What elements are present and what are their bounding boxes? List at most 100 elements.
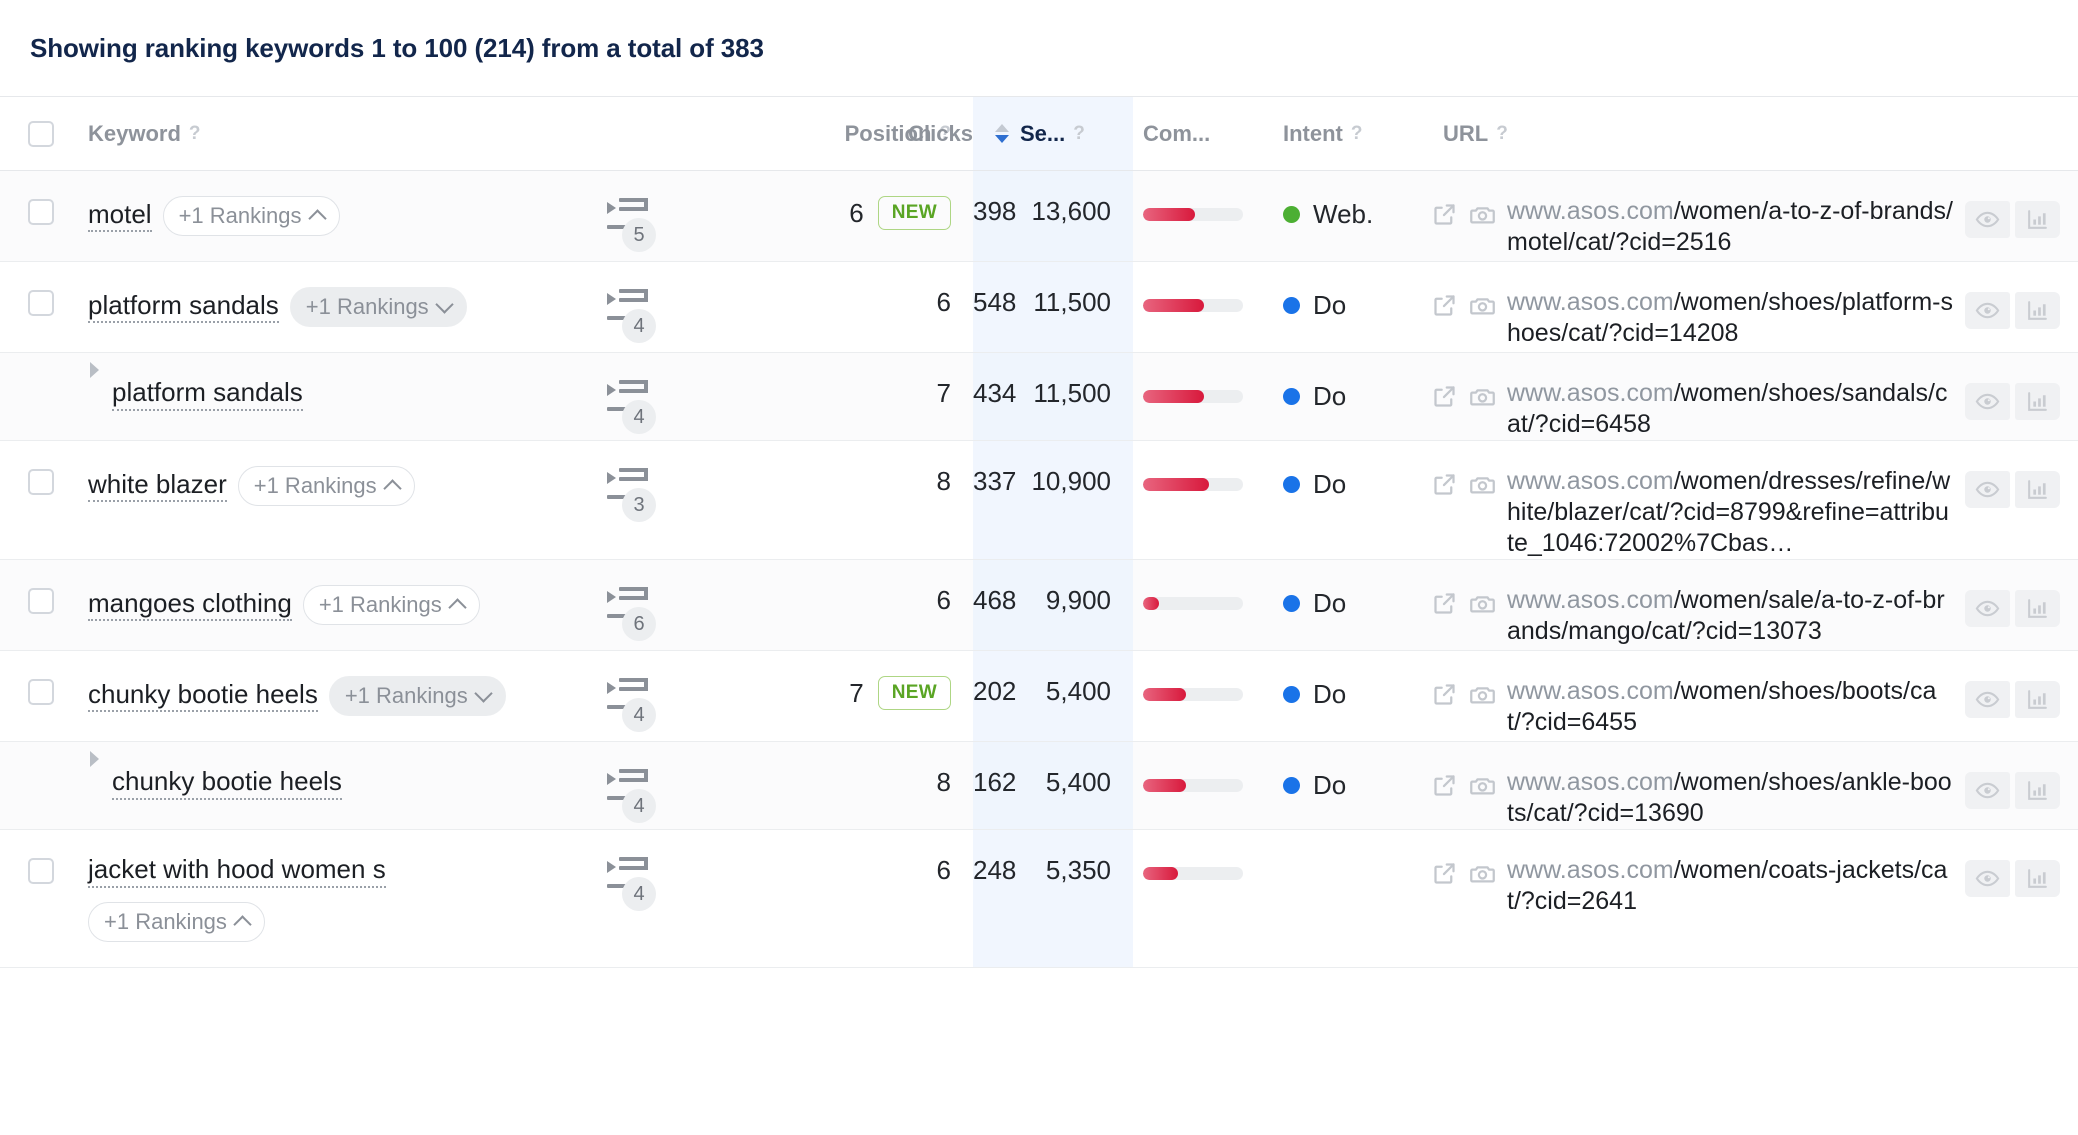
external-link-icon[interactable] bbox=[1431, 292, 1458, 319]
serp-features-cell[interactable]: 4 bbox=[563, 262, 695, 353]
keyword-text[interactable]: white blazer bbox=[88, 470, 227, 503]
preview-serp-button[interactable] bbox=[1965, 383, 2010, 420]
camera-icon[interactable] bbox=[1469, 772, 1496, 799]
url-text[interactable]: www.asos.com/women/shoes/platform-shoes/… bbox=[1507, 287, 1953, 349]
external-link-icon[interactable] bbox=[1431, 383, 1458, 410]
preview-serp-button[interactable] bbox=[1965, 201, 2010, 238]
rankings-badge[interactable]: +1 Rankings bbox=[162, 196, 340, 236]
serp-features-cell[interactable]: 6 bbox=[563, 560, 695, 651]
url-text[interactable]: www.asos.com/women/shoes/ankle-boots/cat… bbox=[1507, 767, 1953, 829]
url-text[interactable]: www.asos.com/women/shoes/sandals/cat/?ci… bbox=[1507, 378, 1953, 440]
keyword-metrics-button[interactable] bbox=[2015, 201, 2060, 238]
keyword-text[interactable]: jacket with hood women s bbox=[88, 855, 386, 888]
external-link-icon[interactable] bbox=[1431, 201, 1458, 228]
serp-features-cell[interactable]: 4 bbox=[563, 742, 695, 830]
camera-icon[interactable] bbox=[1469, 681, 1496, 708]
keyword-text[interactable]: chunky bootie heels bbox=[112, 767, 342, 800]
header-url[interactable]: URL ? bbox=[1431, 96, 1961, 171]
keyword-metrics-button[interactable] bbox=[2015, 471, 2060, 508]
keyword-help-icon[interactable]: ? bbox=[189, 124, 201, 143]
serp-features-cell[interactable]: 4 bbox=[563, 830, 695, 968]
table-row[interactable]: chunky bootie heels+1 Rankings47NEW2025,… bbox=[0, 650, 2078, 742]
preview-serp-button[interactable] bbox=[1965, 590, 2010, 627]
row-checkbox[interactable] bbox=[28, 588, 54, 614]
row-checkbox[interactable] bbox=[28, 199, 54, 225]
url-help-icon[interactable]: ? bbox=[1496, 124, 1508, 143]
header-keyword[interactable]: Keyword ? bbox=[66, 96, 563, 171]
row-select-cell[interactable] bbox=[0, 262, 66, 353]
rankings-badge[interactable]: +1 Rankings bbox=[328, 676, 506, 716]
camera-icon[interactable] bbox=[1469, 201, 1496, 228]
keyword-text[interactable]: mangoes clothing bbox=[88, 589, 292, 622]
url-text[interactable]: www.asos.com/women/shoes/boots/cat/?cid=… bbox=[1507, 676, 1953, 738]
header-select-all[interactable] bbox=[0, 96, 66, 171]
sort-arrows-icon[interactable] bbox=[995, 124, 1009, 143]
keyword-text[interactable]: chunky bootie heels bbox=[88, 680, 318, 713]
camera-icon[interactable] bbox=[1469, 471, 1496, 498]
table-row[interactable]: white blazer+1 Rankings3833710,900Dowww.… bbox=[0, 440, 2078, 560]
row-select-cell[interactable] bbox=[0, 171, 66, 262]
table-row[interactable]: platform sandals+1 Rankings4654811,500Do… bbox=[0, 261, 2078, 353]
row-select-cell[interactable] bbox=[0, 830, 66, 968]
rankings-badge[interactable]: +1 Rankings bbox=[237, 466, 415, 506]
keyword-metrics-button[interactable] bbox=[2015, 292, 2060, 329]
serp-features-cell[interactable]: 3 bbox=[563, 441, 695, 560]
serp-features-icon[interactable]: 4 bbox=[605, 769, 656, 823]
preview-serp-button[interactable] bbox=[1965, 471, 2010, 508]
keyword-metrics-button[interactable] bbox=[2015, 590, 2060, 627]
external-link-icon[interactable] bbox=[1431, 681, 1458, 708]
row-select-cell[interactable] bbox=[0, 560, 66, 651]
keyword-metrics-button[interactable] bbox=[2015, 383, 2060, 420]
header-competition[interactable]: Com... bbox=[1133, 96, 1271, 171]
preview-serp-button[interactable] bbox=[1965, 860, 2010, 897]
url-text[interactable]: www.asos.com/women/a-to-z-of-brands/mote… bbox=[1507, 196, 1953, 258]
serp-features-icon[interactable]: 4 bbox=[605, 678, 656, 732]
intent-help-icon[interactable]: ? bbox=[1351, 124, 1363, 143]
url-text[interactable]: www.asos.com/women/coats-jackets/cat/?ci… bbox=[1507, 855, 1953, 917]
url-text[interactable]: www.asos.com/women/dresses/refine/white/… bbox=[1507, 466, 1953, 559]
preview-serp-button[interactable] bbox=[1965, 772, 2010, 809]
external-link-icon[interactable] bbox=[1431, 860, 1458, 887]
serp-features-icon[interactable]: 4 bbox=[605, 857, 656, 911]
table-row[interactable]: motel+1 Rankings56NEW39813,600Web.www.as… bbox=[0, 170, 2078, 262]
camera-icon[interactable] bbox=[1469, 383, 1496, 410]
row-checkbox[interactable] bbox=[28, 469, 54, 495]
table-row[interactable]: chunky bootie heels481625,400Dowww.asos.… bbox=[0, 741, 2078, 830]
serp-features-cell[interactable]: 4 bbox=[563, 651, 695, 742]
keyword-text[interactable]: motel bbox=[88, 200, 152, 233]
rankings-badge[interactable]: +1 Rankings bbox=[302, 585, 480, 625]
row-checkbox[interactable] bbox=[28, 290, 54, 316]
keyword-metrics-button[interactable] bbox=[2015, 681, 2060, 718]
camera-icon[interactable] bbox=[1469, 292, 1496, 319]
keyword-metrics-button[interactable] bbox=[2015, 860, 2060, 897]
row-select-cell[interactable] bbox=[0, 651, 66, 742]
rankings-badge[interactable]: +1 Rankings bbox=[289, 287, 467, 327]
serp-features-icon[interactable]: 4 bbox=[605, 289, 656, 343]
row-checkbox[interactable] bbox=[28, 858, 54, 884]
serp-features-cell[interactable]: 4 bbox=[563, 353, 695, 441]
camera-icon[interactable] bbox=[1469, 860, 1496, 887]
header-searches[interactable]: Se... ? bbox=[973, 96, 1133, 171]
row-checkbox[interactable] bbox=[28, 679, 54, 705]
serp-features-icon[interactable]: 6 bbox=[605, 587, 656, 641]
expand-caret-icon[interactable] bbox=[90, 362, 99, 378]
keyword-text[interactable]: platform sandals bbox=[88, 291, 279, 324]
select-all-checkbox[interactable] bbox=[28, 120, 54, 147]
camera-icon[interactable] bbox=[1469, 590, 1496, 617]
header-intent[interactable]: Intent ? bbox=[1271, 96, 1431, 171]
preview-serp-button[interactable] bbox=[1965, 292, 2010, 329]
table-row[interactable]: mangoes clothing+1 Rankings664689,900Dow… bbox=[0, 559, 2078, 651]
serp-features-icon[interactable]: 4 bbox=[605, 380, 656, 434]
external-link-icon[interactable] bbox=[1431, 590, 1458, 617]
url-text[interactable]: www.asos.com/women/sale/a-to-z-of-brands… bbox=[1507, 585, 1953, 647]
keyword-text[interactable]: platform sandals bbox=[112, 378, 303, 411]
serp-features-cell[interactable]: 5 bbox=[563, 171, 695, 262]
expand-caret-icon[interactable] bbox=[90, 751, 99, 767]
rankings-badge[interactable]: +1 Rankings bbox=[88, 901, 265, 942]
external-link-icon[interactable] bbox=[1431, 471, 1458, 498]
preview-serp-button[interactable] bbox=[1965, 681, 2010, 718]
serp-features-icon[interactable]: 5 bbox=[605, 198, 656, 252]
external-link-icon[interactable] bbox=[1431, 772, 1458, 799]
row-select-cell[interactable] bbox=[0, 441, 66, 560]
keyword-metrics-button[interactable] bbox=[2015, 772, 2060, 809]
